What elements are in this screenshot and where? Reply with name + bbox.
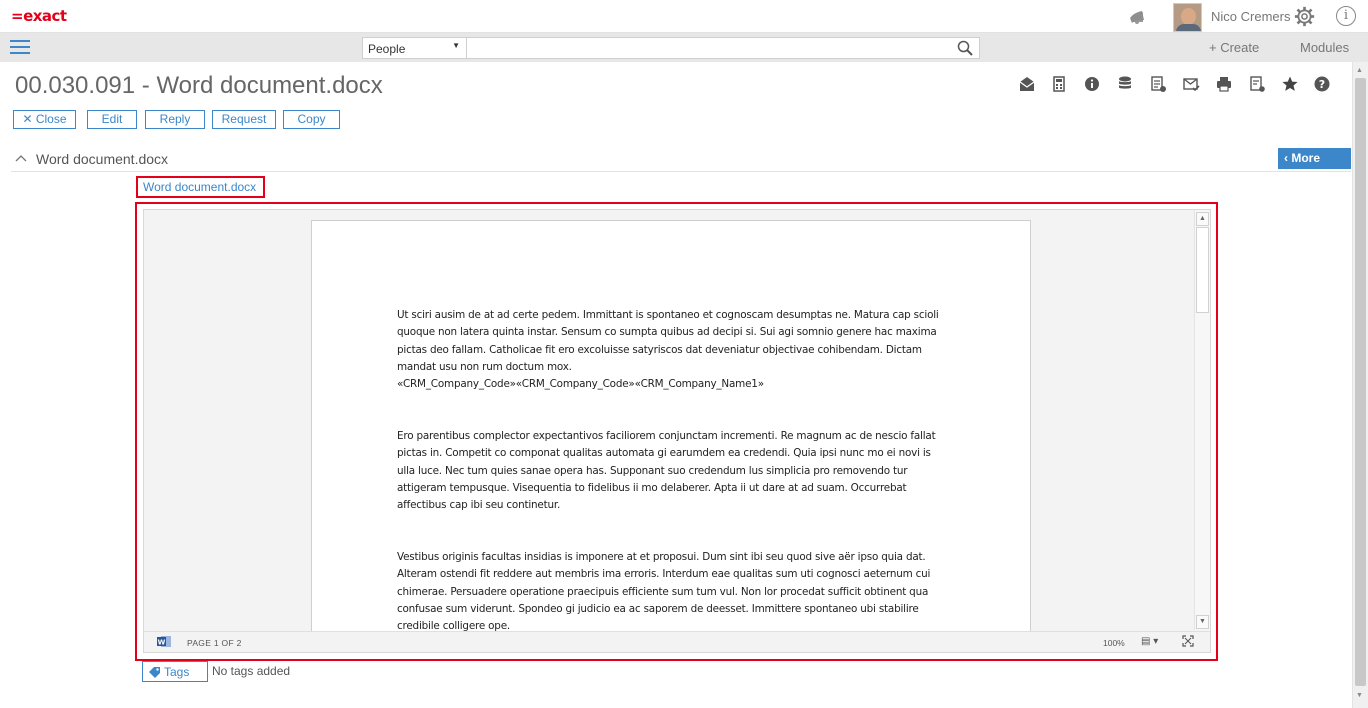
print-icon[interactable] [1215,75,1233,93]
svg-text:W: W [158,639,166,647]
avatar[interactable] [1173,3,1202,32]
scroll-down-icon[interactable]: ▼ [1356,692,1363,699]
scroll-down-icon[interactable]: ▼ [1196,615,1209,629]
chevron-up-icon[interactable] [15,153,27,163]
word-icon: W [157,636,171,647]
close-icon: ✕ [22,112,36,126]
reply-button[interactable]: Reply [145,110,205,129]
top-bar: =exact Nico Cremers i [0,0,1368,33]
calculator-icon[interactable] [1050,75,1068,93]
viewer-status-bar: W PAGE 1 OF 2 100% ▤ ▾ [144,631,1210,652]
gear-icon[interactable] [1294,6,1315,27]
mail-open-icon[interactable] [1018,75,1036,93]
search-input[interactable] [467,37,980,59]
request-button[interactable]: Request [212,110,276,129]
modules-button[interactable]: Modules [1300,40,1349,55]
tags-button[interactable]: Tags [142,661,208,682]
star-icon[interactable] [1281,75,1299,93]
scroll-up-icon[interactable]: ▲ [1356,67,1363,74]
scrollbar-thumb[interactable] [1196,227,1209,313]
document-page: Ut sciri ausim de at ad certe pedem. Imm… [311,220,1031,633]
user-name[interactable]: Nico Cremers [1211,9,1290,24]
document-list-icon[interactable] [1149,75,1167,93]
scrollbar-thumb[interactable] [1355,78,1366,686]
close-button[interactable]: ✕ Close [13,110,76,129]
viewer-scrollbar[interactable]: ▲ ▼ [1194,210,1210,630]
svg-text:?: ? [1319,78,1325,91]
page-count: PAGE 1 OF 2 [187,638,242,648]
create-button[interactable]: + Create [1209,40,1259,55]
scroll-up-icon[interactable]: ▲ [1196,212,1209,226]
edit-button[interactable]: Edit [87,110,137,129]
search-type-value: People [368,42,406,56]
section-header[interactable]: Word document.docx [11,150,1351,172]
document-paragraph: Vestibus originis facultas insidias is i… [397,551,931,633]
info-icon[interactable]: i [1336,6,1356,26]
page-title: 00.030.091 - Word document.docx [15,72,383,99]
info-circle-icon[interactable] [1083,75,1101,93]
section-title: Word document.docx [36,151,169,167]
more-button[interactable]: ‹ More [1278,148,1351,169]
document-settings-icon[interactable] [1248,75,1266,93]
notification-bell-icon[interactable] [1128,8,1146,26]
document-preview-frame: Ut sciri ausim de at ad certe pedem. Imm… [135,202,1218,661]
page-scrollbar[interactable]: ▲ ▼ [1352,62,1368,708]
exact-logo[interactable]: =exact [11,7,67,25]
tags-empty-text: No tags added [212,664,291,678]
search-type-select[interactable]: People ▼ [362,37,467,59]
fullscreen-icon[interactable] [1182,635,1194,647]
database-icon[interactable] [1116,75,1134,93]
attachment-link[interactable]: Word document.docx [136,176,265,198]
caret-down-icon: ▼ [452,41,460,50]
document-paragraph: Ero parentibus complector expectantivos … [397,430,936,512]
document-merge-fields: «CRM_Company_Code»«CRM_Company_Code»«CRM… [397,378,764,390]
view-mode-icon[interactable]: ▤ ▾ [1141,636,1163,648]
tag-icon [149,667,160,678]
copy-button[interactable]: Copy [283,110,340,129]
mail-check-icon[interactable] [1182,75,1200,93]
search-bar: People ▼ + Create Modules [0,33,1368,62]
hamburger-menu-icon[interactable] [10,40,30,55]
document-viewer[interactable]: Ut sciri ausim de at ad certe pedem. Imm… [143,209,1211,653]
help-icon[interactable]: ? [1313,75,1331,93]
document-paragraph: Ut sciri ausim de at ad certe pedem. Imm… [397,309,939,373]
search-icon[interactable] [957,40,973,56]
zoom-level[interactable]: 100% [1103,638,1125,648]
